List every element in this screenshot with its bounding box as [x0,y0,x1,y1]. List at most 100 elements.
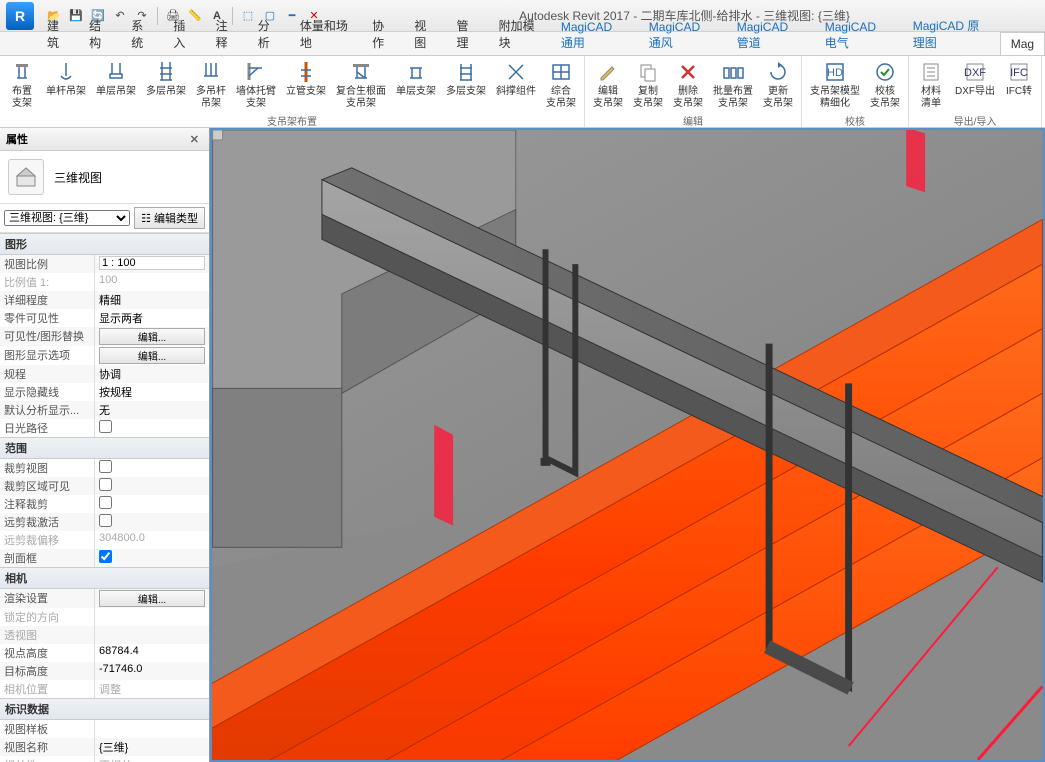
ribbon-btn-cailiao[interactable]: 材料 清单 [913,58,949,111]
instance-dropdown[interactable]: 三维视图: {三维} [4,210,130,226]
prop-category[interactable]: 范围 [0,437,209,459]
properties-type-selector[interactable]: 三维视图 [0,151,209,204]
prop-name: 默认分析显示... [0,401,95,419]
ribbon-btn-duodiaogan[interactable]: 多吊杆 吊架 [192,58,230,111]
prop-checkbox[interactable] [99,514,112,527]
ribbon-btn-label: DXF导出 [955,86,995,98]
prop-value[interactable]: 精细 [95,291,209,309]
prop-input[interactable] [99,256,205,270]
ribbon-btn-jiaohe[interactable]: 校核 支吊架 [866,58,904,111]
prop-checkbox[interactable] [99,496,112,509]
prop-value[interactable] [95,513,209,531]
ribbon-btn-label: 立管支架 [286,86,326,98]
prop-row: 可见性/图形替换编辑... [0,327,209,346]
properties-panel: 属性 ✕ 三维视图 三维视图: {三维} ☷ 编辑类型 图形视图比例比例值 1:… [0,128,210,762]
properties-close-icon[interactable]: ✕ [186,133,203,146]
prop-row: 日光路径 [0,419,209,437]
ribbon-btn-moxing[interactable]: HD支吊架模型 精细化 [806,58,864,111]
ribbon-tab-12[interactable]: MagiCAD 通风 [638,15,726,55]
prop-value[interactable]: -71746.0 [95,662,209,680]
ribbon-btn-dxf[interactable]: DXFDXF导出 [951,58,999,100]
ribbon-tab-14[interactable]: MagiCAD 电气 [814,15,902,55]
ribbon-tab-16[interactable]: Mag [1000,32,1045,55]
ribbon-btn-piliang[interactable]: 批量布置 支吊架 [709,58,757,111]
brace-icon [504,60,528,84]
ribbon-tab-6[interactable]: 体量和场地 [289,12,361,55]
ribbon-tab-0[interactable]: 建筑 [36,12,78,55]
ribbon-tab-8[interactable]: 视图 [403,12,445,55]
prop-value[interactable]: 无 [95,401,209,419]
ribbon-group-label: 支吊架布置 [4,111,580,128]
ribbon-btn-gengxin[interactable]: 更新 支吊架 [759,58,797,111]
prop-category[interactable]: 标识数据 [0,698,209,720]
prop-value[interactable] [95,549,209,567]
ribbon-tab-15[interactable]: MagiCAD 原理图 [902,12,1000,55]
prop-checkbox[interactable] [99,478,112,491]
prop-edit-button[interactable]: 编辑... [99,590,205,607]
prop-checkbox[interactable] [99,550,112,563]
prop-value[interactable] [95,459,209,477]
prop-category[interactable]: 图形 [0,233,209,255]
ribbon-btn-zonghe[interactable]: 综合 支吊架 [542,58,580,111]
ribbon-tab-9[interactable]: 管理 [445,12,487,55]
app-logo[interactable]: R [6,2,34,30]
prop-value[interactable]: 编辑... [95,346,209,365]
prop-row: 默认分析显示...无 [0,401,209,419]
prop-value[interactable]: {三维} [95,738,209,756]
ribbon-tab-3[interactable]: 插入 [162,12,204,55]
ribbon-tab-13[interactable]: MagiCAD 管道 [726,15,814,55]
viewport-3d[interactable] [210,128,1045,762]
prop-value[interactable]: 编辑... [95,589,209,608]
ribbon-btn-xiecheng[interactable]: 斜撑组件 [492,58,540,100]
single-rod-icon [54,60,78,84]
ribbon-tab-2[interactable]: 系统 [120,12,162,55]
prop-category[interactable]: 相机 [0,567,209,589]
prop-name: 渲染设置 [0,589,95,608]
prop-edit-button[interactable]: 编辑... [99,347,205,364]
ribbon-btn-ifc[interactable]: IFCIFC转 [1001,58,1037,100]
prop-name: 日光路径 [0,419,95,437]
edit-type-button[interactable]: ☷ 编辑类型 [134,207,205,229]
ribbon-btn-dancengzj[interactable]: 单层支架 [392,58,440,100]
single-supp-icon [404,60,428,84]
ribbon-tab-4[interactable]: 注释 [205,12,247,55]
ribbon-btn-bianji[interactable]: 编辑 支吊架 [589,58,627,111]
prop-name: 图形显示选项 [0,346,95,365]
ribbon-tab-1[interactable]: 结构 [78,12,120,55]
prop-row: 注释裁剪 [0,495,209,513]
ribbon-btn-liguanzj[interactable]: 立管支架 [282,58,330,100]
prop-value[interactable]: 按规程 [95,383,209,401]
prop-value[interactable] [95,477,209,495]
prop-name: 规程 [0,365,95,383]
ribbon-btn-buzhi[interactable]: 布置 支架 [4,58,40,111]
ribbon-btn-duoceng[interactable]: 多层吊架 [142,58,190,100]
prop-checkbox[interactable] [99,460,112,473]
prop-value[interactable]: 编辑... [95,327,209,346]
ribbon-tab-7[interactable]: 协作 [361,12,403,55]
ribbon-tab-11[interactable]: MagiCAD 通用 [550,15,638,55]
ribbon-tab-10[interactable]: 附加模块 [488,12,550,55]
prop-value[interactable]: 协调 [95,365,209,383]
ribbon-btn-shanchu[interactable]: 删除 支吊架 [669,58,707,111]
prop-name: 裁剪区域可见 [0,477,95,495]
prop-value[interactable]: 68784.4 [95,644,209,662]
prop-value[interactable] [95,495,209,513]
prop-name: 裁剪视图 [0,459,95,477]
prop-value[interactable]: 显示两者 [95,309,209,327]
refine-icon: HD [823,60,847,84]
ribbon-panel: 布置 支架单杆吊架单层吊架多层吊架多吊杆 吊架墙体托臂 支架立管支架复合生根面 … [0,56,1045,128]
ribbon-btn-danceng[interactable]: 单层吊架 [92,58,140,100]
prop-edit-button[interactable]: 编辑... [99,328,205,345]
ribbon-btn-dangan[interactable]: 单杆吊架 [42,58,90,100]
ribbon-btn-duocengzj[interactable]: 多层支架 [442,58,490,100]
ribbon-btn-qiangti[interactable]: 墙体托臂 支架 [232,58,280,111]
prop-value[interactable] [95,255,209,273]
prop-row: 远剪裁偏移304800.0 [0,531,209,549]
prop-checkbox[interactable] [99,420,112,433]
prop-name: 视图名称 [0,738,95,756]
ribbon-tab-5[interactable]: 分析 [247,12,289,55]
prop-value[interactable] [95,720,209,738]
prop-value[interactable] [95,419,209,437]
ribbon-btn-fuzhi[interactable]: 复制 支吊架 [629,58,667,111]
ribbon-btn-fuhegm[interactable]: 复合生根面 支吊架 [332,58,390,111]
